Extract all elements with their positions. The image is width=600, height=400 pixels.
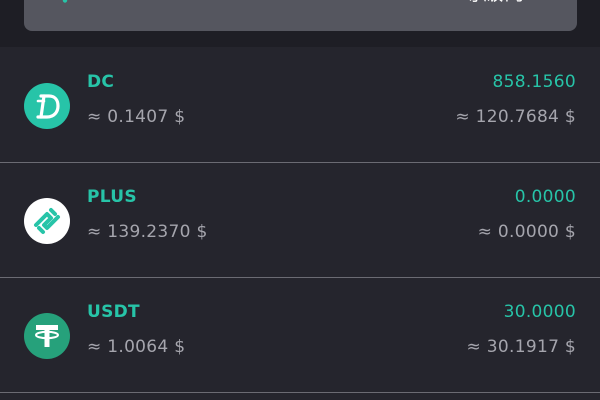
notice-bar[interactable]: 等級的Fit xyxy=(24,0,577,31)
asset-price: ≈ 139.2370 $ xyxy=(87,222,208,242)
asset-price: ≈ 1.0064 $ xyxy=(87,337,186,357)
asset-symbol: USDT xyxy=(87,302,140,322)
asset-price: ≈ 0.1407 $ xyxy=(87,107,186,127)
asset-value: ≈ 0.0000 $ xyxy=(477,222,576,242)
asset-amount: 30.0000 xyxy=(503,302,576,322)
tether-icon xyxy=(24,313,70,359)
asset-value: ≈ 120.7684 $ xyxy=(455,107,576,127)
asset-amount: 0.0000 xyxy=(514,187,576,207)
bell-icon xyxy=(62,0,68,3)
asset-symbol: PLUS xyxy=(87,187,137,207)
asset-symbol: DC xyxy=(87,72,115,92)
dc-coin-icon xyxy=(24,83,70,129)
asset-row-plus[interactable]: PLUS ≈ 139.2370 $ 0.0000 ≈ 0.0000 $ xyxy=(0,163,600,278)
header-area: 等級的Fit xyxy=(0,0,600,47)
plus-coin-icon xyxy=(24,198,70,244)
asset-value: ≈ 30.1917 $ xyxy=(466,337,576,357)
notice-text: 等級的Fit xyxy=(463,0,552,8)
asset-row-dc[interactable]: DC ≈ 0.1407 $ 858.1560 ≈ 120.7684 $ xyxy=(0,48,600,163)
asset-amount: 858.1560 xyxy=(492,72,576,92)
wallet-screen: 等級的Fit DC ≈ 0.1407 $ 858.1560 ≈ 120.7684… xyxy=(0,0,600,400)
asset-row-usdt[interactable]: USDT ≈ 1.0064 $ 30.0000 ≈ 30.1917 $ xyxy=(0,278,600,393)
